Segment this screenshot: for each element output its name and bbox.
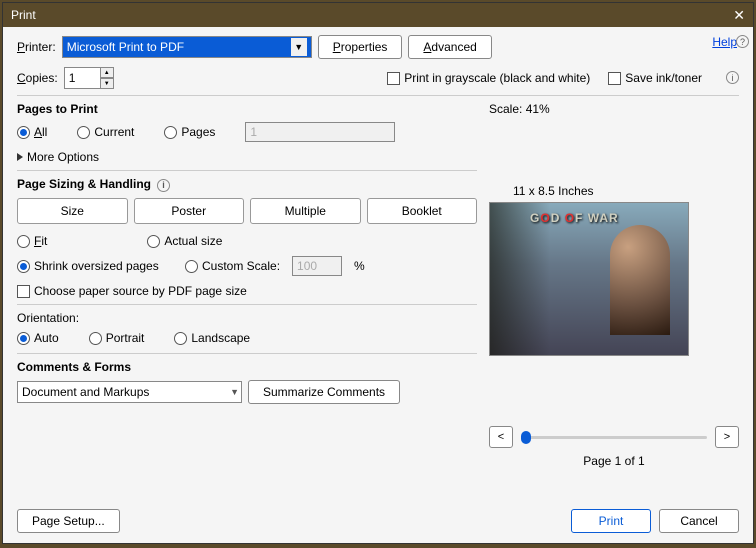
printer-select[interactable]: Microsoft Print to PDF ▼ [62, 36, 312, 58]
radio-current[interactable]: Current [77, 125, 134, 139]
info-icon[interactable]: i [726, 71, 739, 84]
radio-custom[interactable]: Custom Scale: [185, 259, 280, 273]
radio-auto[interactable]: Auto [17, 331, 59, 345]
print-button[interactable]: Print [571, 509, 651, 533]
prev-page-button[interactable]: < [489, 426, 513, 448]
page-slider[interactable] [521, 436, 707, 439]
more-options-toggle[interactable]: More Options [17, 150, 477, 164]
radio-landscape[interactable]: Landscape [174, 331, 250, 345]
dialog-title: Print [11, 8, 36, 22]
pages-to-print-title: Pages to Print [17, 102, 477, 116]
chevron-down-icon: ▼ [230, 387, 239, 397]
print-dialog: Print ✕ Help ? Printer: Microsoft Print … [2, 2, 754, 544]
scale-readout: Scale: 41% [489, 102, 739, 116]
grayscale-checkbox[interactable]: Print in grayscale (black and white) [387, 71, 590, 85]
orientation-title: Orientation: [17, 311, 477, 325]
next-page-button[interactable]: > [715, 426, 739, 448]
preview-dimensions: 11 x 8.5 Inches [513, 184, 739, 198]
save-ink-checkbox[interactable]: Save ink/toner [608, 71, 702, 85]
radio-portrait[interactable]: Portrait [89, 331, 145, 345]
close-icon[interactable]: ✕ [733, 7, 745, 24]
copies-spinner[interactable]: ▲▼ [100, 67, 114, 89]
choose-paper-checkbox[interactable]: Choose paper source by PDF page size [17, 284, 247, 298]
properties-button[interactable]: Properties [318, 35, 403, 59]
tab-booklet[interactable]: Booklet [367, 198, 478, 224]
page-setup-button[interactable]: Page Setup... [17, 509, 120, 533]
radio-shrink[interactable]: Shrink oversized pages [17, 259, 173, 273]
info-icon[interactable]: i [157, 179, 170, 192]
page-indicator: Page 1 of 1 [489, 454, 739, 468]
print-preview: GOD OF WAR [489, 202, 689, 356]
printer-selected: Microsoft Print to PDF [67, 40, 184, 54]
copies-label: Copies: [17, 71, 58, 85]
tab-size[interactable]: Size [17, 198, 128, 224]
radio-fit[interactable]: Fit [17, 234, 47, 248]
advanced-button[interactable]: Advanced [408, 35, 491, 59]
printer-label: Printer: [17, 40, 56, 54]
copies-value: 1 [69, 71, 76, 85]
chevron-down-icon: ▼ [291, 38, 307, 56]
cancel-button[interactable]: Cancel [659, 509, 739, 533]
pages-range-input[interactable] [245, 122, 395, 142]
summarize-comments-button[interactable]: Summarize Comments [248, 380, 400, 404]
radio-pages[interactable]: Pages [164, 125, 215, 139]
sizing-title: Page Sizing & Handlingi [17, 177, 477, 192]
comments-select[interactable]: Document and Markups ▼ [17, 381, 242, 403]
custom-scale-input[interactable] [292, 256, 342, 276]
help-icon[interactable]: ? [736, 35, 749, 48]
tab-poster[interactable]: Poster [134, 198, 245, 224]
help-link[interactable]: Help [712, 35, 737, 49]
radio-all[interactable]: All [17, 125, 47, 139]
comments-title: Comments & Forms [17, 360, 477, 374]
radio-actual[interactable]: Actual size [147, 234, 222, 248]
titlebar: Print ✕ [3, 3, 753, 27]
percent-label: % [354, 259, 365, 273]
copies-input[interactable]: 1 ▲▼ [64, 67, 114, 89]
tab-multiple[interactable]: Multiple [250, 198, 361, 224]
